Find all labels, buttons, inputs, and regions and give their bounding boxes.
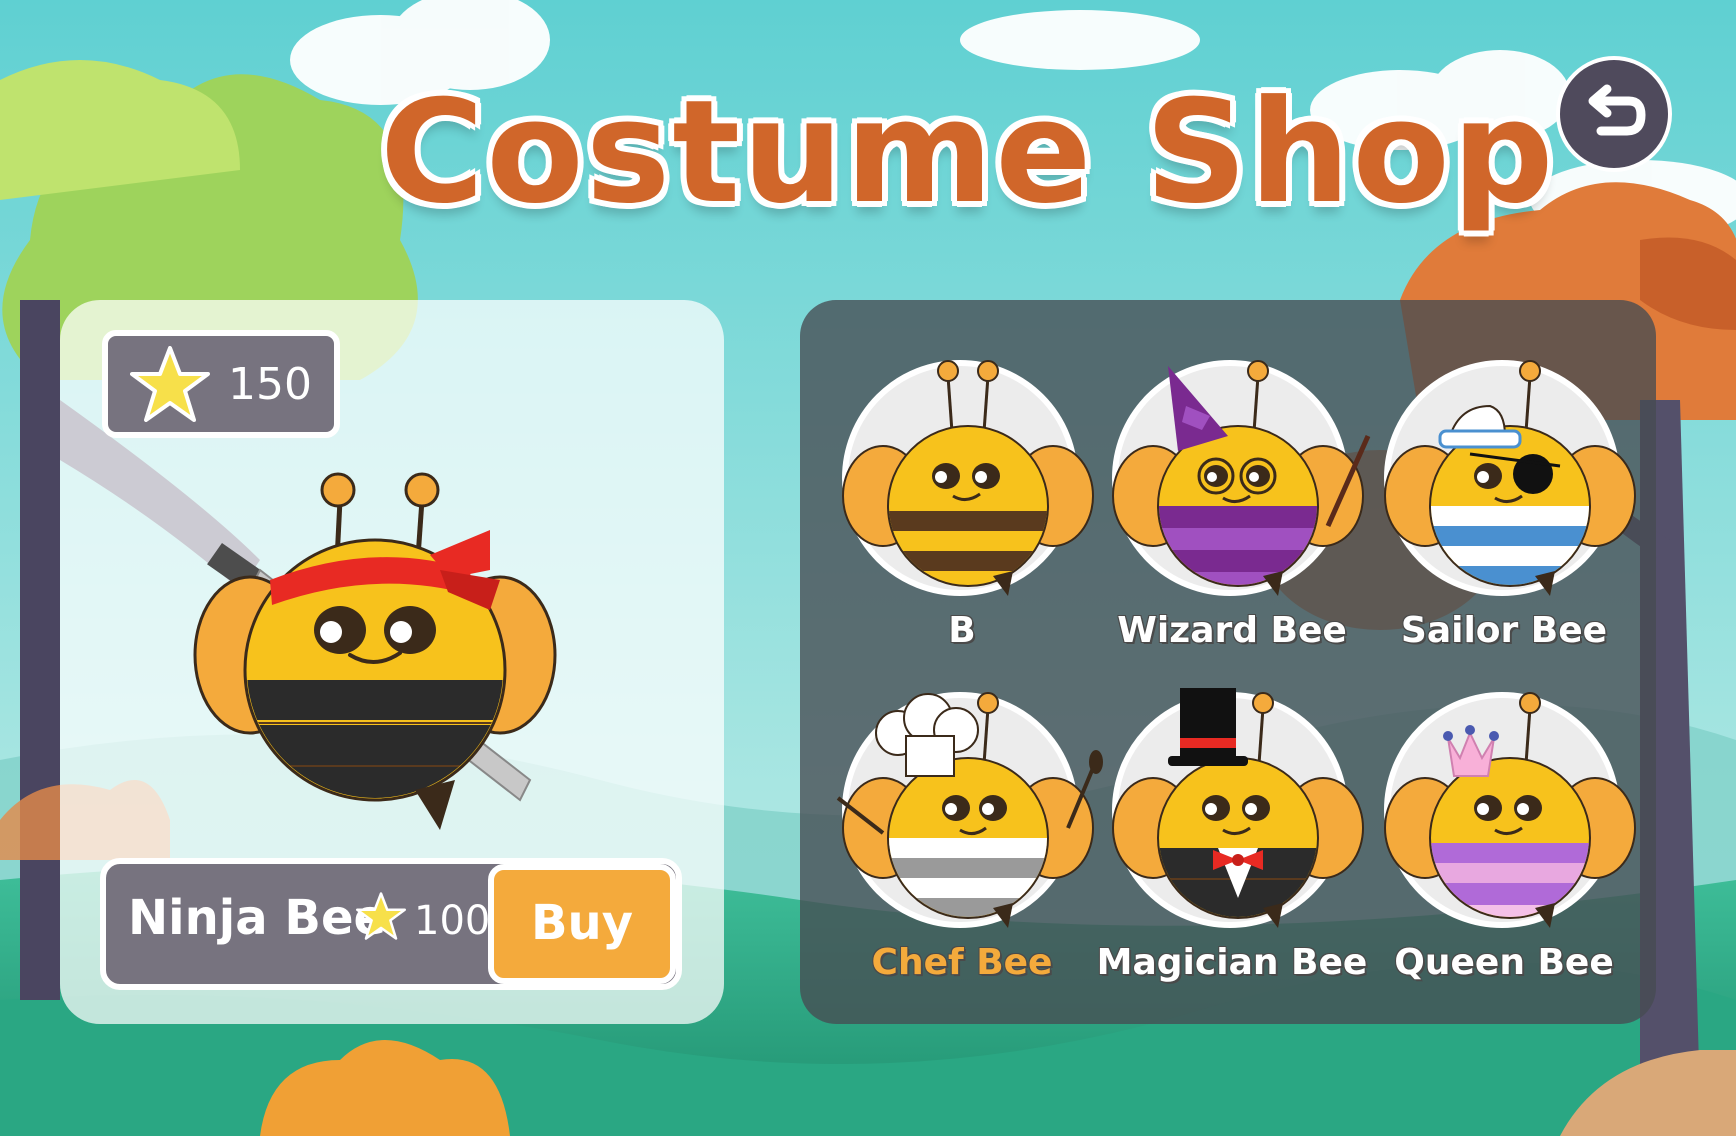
- costume-slot-wizard-bee[interactable]: Wizard Bee: [1112, 360, 1371, 651]
- star-count: 150: [228, 358, 312, 410]
- buy-button[interactable]: Buy: [488, 864, 676, 984]
- costume-thumbnail: [842, 360, 1094, 596]
- costume-slot-sailor-bee[interactable]: Sailor Bee: [1384, 360, 1636, 651]
- costume-slot-b[interactable]: B: [842, 360, 1094, 651]
- costume-thumbnail: [1112, 688, 1364, 928]
- star-balance: 150: [102, 330, 340, 438]
- costume-thumbnail: [836, 692, 1103, 928]
- star-icon: [356, 892, 406, 940]
- costume-slot-queen-bee[interactable]: Queen Bee: [1384, 692, 1636, 983]
- costume-thumbnail: [1384, 692, 1636, 928]
- costume-label: Queen Bee: [1394, 942, 1614, 983]
- costume-label: Sailor Bee: [1400, 610, 1608, 651]
- costume-thumbnail: [1384, 360, 1636, 596]
- page-title: Costume Shop: [380, 70, 1556, 235]
- costume-slot-magician-bee[interactable]: Magician Bee: [1097, 688, 1367, 983]
- costume-slot-chef-bee[interactable]: Chef Bee: [836, 692, 1103, 983]
- star-icon: [130, 346, 210, 422]
- back-button[interactable]: [1556, 56, 1672, 172]
- costume-price: 100: [414, 898, 491, 944]
- undo-arrow-icon: [1588, 84, 1646, 136]
- costume-name: Ninja Bee: [128, 890, 387, 946]
- costume-thumbnail: [1112, 360, 1371, 596]
- ninja-bee-preview: [193, 472, 557, 830]
